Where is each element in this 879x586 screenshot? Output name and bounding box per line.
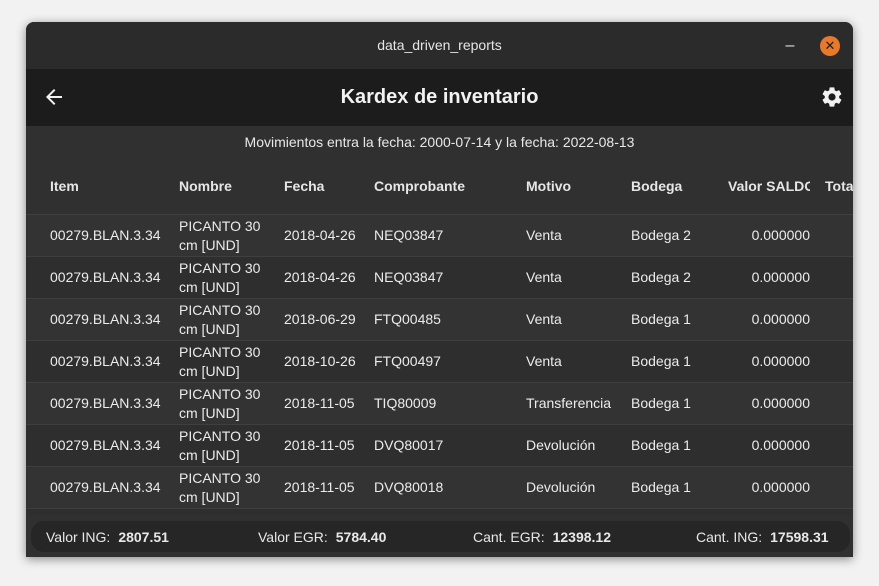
cell-item: 00279.BLAN.3.34 (50, 479, 161, 495)
cell-nombre: PICANTO 30 cm [UND] (179, 302, 261, 337)
cell-comprobante: DVQ80018 (374, 479, 444, 495)
cell-nombre: PICANTO 30 (179, 511, 269, 515)
cant-ing-value: 17598.31 (770, 529, 829, 545)
col-header-item[interactable]: Item (50, 178, 79, 194)
valor-ing-value: 2807.51 (118, 529, 169, 545)
cell-item: 00279.BLAN.3.34 (50, 395, 161, 411)
cell-valor: 0.000000 (751, 437, 810, 453)
cell-fecha: 2018-11-05 (284, 479, 355, 495)
date-range-subtitle: Movimientos entra la fecha: 2000-07-14 y… (244, 134, 635, 150)
cell-valor: 0.000000 (751, 395, 810, 411)
minimize-button[interactable]: – (780, 36, 800, 56)
table-row[interactable]: 00279.BLAN.3.34 PICANTO 30 cm [UND] 2018-1… (26, 424, 853, 466)
app-bar: Kardex de inventario (26, 69, 853, 126)
table-header: Item Nombre Fecha Comprobante Motivo Bod… (26, 172, 853, 202)
cell-motivo: Venta (526, 269, 562, 285)
valor-ing-label: Valor ING: (46, 529, 111, 545)
col-header-bodega[interactable]: Bodega (631, 178, 682, 194)
cell-valor: 0.000000 (751, 227, 810, 243)
cant-egr-summary: Cant. EGR: 12398.12 (473, 529, 611, 545)
cell-bodega: Bodega 1 (631, 395, 691, 411)
cell-valor: 0.000000 (751, 479, 810, 495)
cell-bodega: Bodega 2 (631, 227, 691, 243)
cell-bodega: Bodega 1 (631, 311, 691, 327)
window-titlebar[interactable]: data_driven_reports – ✕ (26, 22, 853, 69)
table-row[interactable]: 00279.BLAN.3.34 PICANTO 30 cm [UND] 2018-0… (26, 298, 853, 340)
cell-motivo: Devolución (526, 479, 596, 495)
cell-item: 00279.BLAN.3.34 (50, 353, 161, 369)
cell-comprobante: FTQ00485 (374, 311, 441, 327)
col-header-nombre[interactable]: Nombre (179, 178, 232, 194)
cell-valor: 0.000000 (751, 269, 810, 285)
cell-nombre: PICANTO 30 cm [UND] (179, 218, 261, 253)
cell-motivo: Venta (526, 227, 562, 243)
cell-nombre: PICANTO 30 cm [UND] (179, 470, 261, 505)
cell-comprobante: FTQ00497 (374, 353, 441, 369)
col-header-fecha[interactable]: Fecha (284, 178, 324, 194)
table-row[interactable]: PICANTO 30 (26, 508, 853, 515)
table-row[interactable]: 00279.BLAN.3.34 PICANTO 30 cm [UND] 2018-1… (26, 340, 853, 382)
table-row[interactable]: 00279.BLAN.3.34 PICANTO 30 cm [UND] 2018-0… (26, 214, 853, 256)
cell-nombre: PICANTO 30 cm [UND] (179, 428, 261, 463)
cell-motivo: Transferencia (526, 395, 612, 411)
cell-comprobante: DVQ80017 (374, 437, 444, 453)
cell-bodega: Bodega 1 (631, 353, 691, 369)
table-body[interactable]: 00279.BLAN.3.34 PICANTO 30 cm [UND] 2018-0… (26, 214, 853, 515)
cell-fecha: 2018-04-26 (284, 269, 356, 285)
col-header-total[interactable]: Total (825, 178, 853, 194)
cell-motivo: Devolución (526, 437, 596, 453)
cell-motivo: Venta (526, 353, 562, 369)
gear-icon (822, 87, 842, 107)
col-header-valor-saldo[interactable]: Valor SALDO (728, 178, 810, 194)
cell-comprobante: NEQ03847 (374, 269, 444, 285)
cell-comprobante: NEQ03847 (374, 227, 444, 243)
cell-nombre: PICANTO 30 cm [UND] (179, 344, 261, 379)
app-window: data_driven_reports – ✕ Kardex de invent… (26, 22, 853, 557)
settings-button[interactable] (820, 85, 844, 109)
col-header-comprobante[interactable]: Comprobante (374, 178, 465, 194)
table-row[interactable]: 00279.BLAN.3.34 PICANTO 30 cm [UND] 2018-0… (26, 256, 853, 298)
cell-nombre: PICANTO 30 cm [UND] (179, 260, 261, 295)
cell-motivo: Venta (526, 311, 562, 327)
valor-egr-label: Valor EGR: (258, 529, 328, 545)
cell-fecha: 2018-06-29 (284, 311, 356, 327)
cell-item: 00279.BLAN.3.34 (50, 437, 161, 453)
window-title: data_driven_reports (377, 37, 502, 53)
valor-egr-summary: Valor EGR: 5784.40 (258, 529, 386, 545)
cant-egr-label: Cant. EGR: (473, 529, 545, 545)
valor-egr-value: 5784.40 (335, 529, 387, 545)
table-row[interactable]: 00279.BLAN.3.34 PICANTO 30 cm [UND] 2018-1… (26, 466, 853, 508)
cell-fecha: 2018-04-26 (284, 227, 356, 243)
cell-bodega: Bodega 2 (631, 269, 691, 285)
cell-bodega: Bodega 1 (631, 437, 691, 453)
page-title: Kardex de inventario (340, 86, 539, 108)
cant-egr-value: 12398.12 (552, 529, 611, 545)
col-header-motivo[interactable]: Motivo (526, 178, 571, 194)
cell-fecha: 2018-11-05 (284, 437, 355, 453)
cell-item: 00279.BLAN.3.34 (50, 311, 161, 327)
cell-valor: 0.000000 (751, 311, 810, 327)
cell-item: 00279.BLAN.3.34 (50, 269, 161, 285)
totals-bar: Valor ING: 2807.51 Valor EGR: 5784.40 Cant… (31, 521, 850, 552)
cell-valor: 0.000000 (751, 353, 810, 369)
cell-bodega: Bodega 1 (631, 479, 691, 495)
table-row[interactable]: 00279.BLAN.3.34 PICANTO 30 cm [UND] 2018-1… (26, 382, 853, 424)
cell-fecha: 2018-10-26 (284, 353, 356, 369)
cell-comprobante: TIQ80009 (374, 395, 437, 411)
valor-ing-summary: Valor ING: 2807.51 (46, 529, 169, 545)
cant-ing-summary: Cant. ING: 17598.31 (696, 529, 829, 545)
cant-ing-label: Cant. ING: (696, 529, 763, 545)
cell-item: 00279.BLAN.3.34 (50, 227, 161, 243)
close-button[interactable]: ✕ (820, 36, 840, 56)
cell-fecha: 2018-11-05 (284, 395, 355, 411)
cell-nombre: PICANTO 30 cm [UND] (179, 386, 261, 421)
